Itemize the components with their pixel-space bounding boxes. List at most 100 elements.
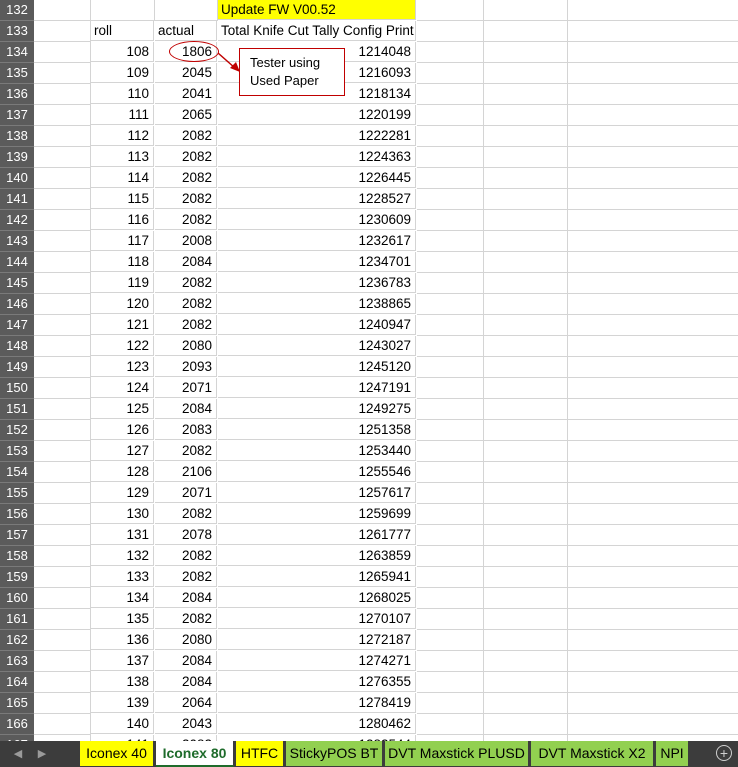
cell-tally[interactable]: 1278419 [218,693,416,713]
cell-e[interactable] [417,420,484,441]
cell-g[interactable] [568,483,738,504]
cell-e[interactable] [417,273,484,294]
cell-roll[interactable]: 125 [91,399,154,419]
cell-roll[interactable]: 122 [91,336,154,356]
cell-f[interactable] [484,0,568,21]
cell-f[interactable] [484,147,568,168]
cell-actual[interactable]: 2084 [155,399,217,419]
row-header[interactable]: 143 [0,231,34,252]
cell-actual[interactable]: 2082 [155,210,217,230]
cell-a[interactable] [34,231,91,252]
cell-a[interactable] [34,21,91,42]
cell-actual[interactable]: 2082 [155,189,217,209]
cell-f[interactable] [484,378,568,399]
cell-e[interactable] [417,567,484,588]
cell-c[interactable] [155,0,218,21]
cell-e[interactable] [417,672,484,693]
row-header[interactable]: 153 [0,441,34,462]
cell-tally[interactable]: 1255546 [218,462,416,482]
cell-g[interactable] [568,546,738,567]
cell-e[interactable] [417,483,484,504]
cell-actual[interactable]: 2083 [155,420,217,440]
cell-g[interactable] [568,63,738,84]
cell-g[interactable] [568,147,738,168]
row-header[interactable]: 139 [0,147,34,168]
cell-tally[interactable]: 1232617 [218,231,416,251]
cell-f[interactable] [484,651,568,672]
cell-g[interactable] [568,42,738,63]
cell-actual[interactable]: 2041 [155,84,217,104]
cell-e[interactable] [417,168,484,189]
row-header[interactable]: 133 [0,21,34,42]
row-header[interactable]: 132 [0,0,34,21]
cell-actual[interactable]: 2082 [155,609,217,629]
sheet-tab[interactable]: Iconex 40 [80,741,154,766]
row-header[interactable]: 154 [0,462,34,483]
cell-actual[interactable]: 2065 [155,105,217,125]
cell-actual[interactable]: 2080 [155,630,217,650]
cell-e[interactable] [417,210,484,231]
cell-f[interactable] [484,588,568,609]
cell-a[interactable] [34,441,91,462]
cell-actual[interactable]: 2084 [155,252,217,272]
cell-f[interactable] [484,546,568,567]
cell-g[interactable] [568,105,738,126]
cell-actual[interactable]: 2106 [155,462,217,482]
cell-tally[interactable]: 1234701 [218,252,416,272]
cell-tally[interactable]: 1243027 [218,336,416,356]
cell-g[interactable] [568,441,738,462]
cell-tally[interactable]: 1249275 [218,399,416,419]
cell-f[interactable] [484,168,568,189]
cell-a[interactable] [34,672,91,693]
cell-actual[interactable]: 2071 [155,378,217,398]
cell-actual[interactable]: 2084 [155,588,217,608]
cell-actual[interactable]: 2064 [155,693,217,713]
cell-actual[interactable]: 2080 [155,336,217,356]
cell-roll[interactable]: 111 [91,105,154,125]
cell-a[interactable] [34,420,91,441]
cell-g[interactable] [568,672,738,693]
row-header[interactable]: 156 [0,504,34,525]
cell-tally[interactable]: 1228527 [218,189,416,209]
cell-f[interactable] [484,462,568,483]
cell-a[interactable] [34,588,91,609]
sheet-tab[interactable]: Iconex 80 [156,741,234,767]
cell-f[interactable] [484,714,568,735]
cell-g[interactable] [568,420,738,441]
row-header[interactable]: 141 [0,189,34,210]
cell-tally[interactable]: 1240947 [218,315,416,335]
row-header[interactable]: 138 [0,126,34,147]
annotation-textbox[interactable]: Tester using Used Paper [239,48,345,96]
cell-roll[interactable]: 116 [91,210,154,230]
cell-f[interactable] [484,105,568,126]
cell-f[interactable] [484,210,568,231]
cell-f[interactable] [484,672,568,693]
cell-roll[interactable]: 128 [91,462,154,482]
cell-tally[interactable]: 1272187 [218,630,416,650]
cell-a[interactable] [34,714,91,735]
sheet-tab[interactable]: DVT Maxstick X2 [531,741,654,766]
cell-g[interactable] [568,357,738,378]
title-cell[interactable]: Update FW V00.52 [218,0,416,20]
cell-g[interactable] [568,273,738,294]
cell-tally[interactable]: 1261777 [218,525,416,545]
cell-g[interactable] [568,231,738,252]
cell-a[interactable] [34,84,91,105]
cell-roll[interactable]: 108 [91,42,154,62]
cell-f[interactable] [484,357,568,378]
cell-a[interactable] [34,42,91,63]
sheet-tab[interactable]: StickyPOS BT [286,741,383,766]
cell-actual[interactable]: 2082 [155,273,217,293]
cell-tally[interactable]: 1236783 [218,273,416,293]
cell-roll[interactable]: 114 [91,168,154,188]
cell-e[interactable] [417,357,484,378]
cell-e[interactable] [417,693,484,714]
cell-roll[interactable]: 126 [91,420,154,440]
cell-e[interactable] [417,231,484,252]
cell-f[interactable] [484,399,568,420]
cell-f[interactable] [484,231,568,252]
cell-e[interactable] [417,399,484,420]
cell-actual[interactable]: 2043 [155,714,217,734]
cell-e[interactable] [417,336,484,357]
header-tally[interactable]: Total Knife Cut Tally Config Print [218,21,416,41]
